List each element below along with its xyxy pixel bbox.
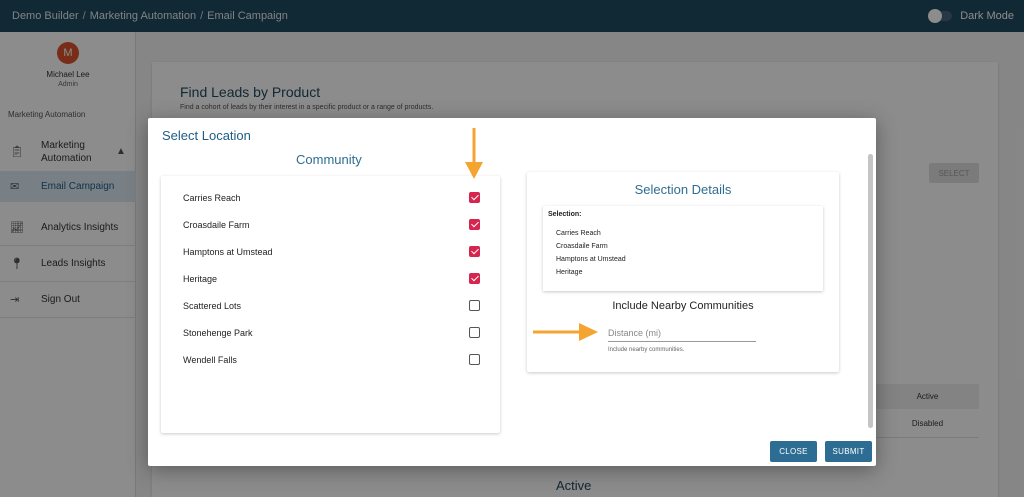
list-item[interactable]: Carries Reach: [161, 185, 500, 212]
close-button[interactable]: CLOSE: [770, 441, 817, 462]
selection-details-card: Selection Details Selection: Carries Rea…: [527, 172, 839, 372]
list-item[interactable]: Wendell Falls: [161, 347, 500, 374]
community-name: Stonehenge Park: [183, 328, 253, 338]
list-item[interactable]: Hamptons at Umstead: [161, 239, 500, 266]
community-name: Heritage: [183, 274, 218, 284]
selection-item: Hamptons at Umstead: [556, 256, 626, 263]
list-item[interactable]: Scattered Lots: [161, 293, 500, 320]
list-item[interactable]: Stonehenge Park: [161, 320, 500, 347]
submit-button[interactable]: SUBMIT: [825, 441, 872, 462]
community-checkbox[interactable]: [469, 219, 480, 230]
selection-details-title: Selection Details: [634, 182, 732, 197]
nearby-communities-title: Include Nearby Communities: [612, 300, 754, 312]
arrow-down-icon: [465, 128, 483, 179]
selection-box: Selection: Carries Reach Croasdaile Farm…: [543, 206, 823, 291]
selection-item: Croasdaile Farm: [556, 243, 608, 250]
community-checkbox[interactable]: [469, 273, 480, 284]
selection-item: Carries Reach: [556, 230, 601, 237]
distance-input[interactable]: [608, 324, 756, 342]
community-checkbox[interactable]: [469, 192, 480, 203]
community-checkbox[interactable]: [469, 300, 480, 311]
community-checkbox[interactable]: [469, 354, 480, 365]
community-name: Wendell Falls: [183, 355, 237, 365]
scrollbar-thumb[interactable]: [868, 154, 873, 428]
select-location-dialog: Select Location Community Carries Reach …: [148, 118, 876, 466]
list-item[interactable]: Heritage: [161, 266, 500, 293]
community-name: Hamptons at Umstead: [183, 247, 273, 257]
community-checkbox[interactable]: [469, 327, 480, 338]
selection-item: Heritage: [556, 269, 583, 276]
community-list: Carries Reach Croasdaile Farm Hamptons a…: [161, 176, 500, 433]
community-name: Croasdaile Farm: [183, 220, 250, 230]
list-item[interactable]: Croasdaile Farm: [161, 212, 500, 239]
community-name: Scattered Lots: [183, 301, 242, 311]
community-checkbox[interactable]: [469, 246, 480, 257]
community-name: Carries Reach: [183, 193, 241, 203]
dialog-title: Select Location: [162, 128, 251, 143]
distance-helper-text: Include nearby communities.: [608, 347, 685, 353]
dialog-scrollbar[interactable]: [868, 154, 873, 428]
community-title: Community: [296, 152, 362, 167]
selection-label: Selection:: [548, 211, 582, 218]
arrow-right-icon: [533, 323, 598, 341]
